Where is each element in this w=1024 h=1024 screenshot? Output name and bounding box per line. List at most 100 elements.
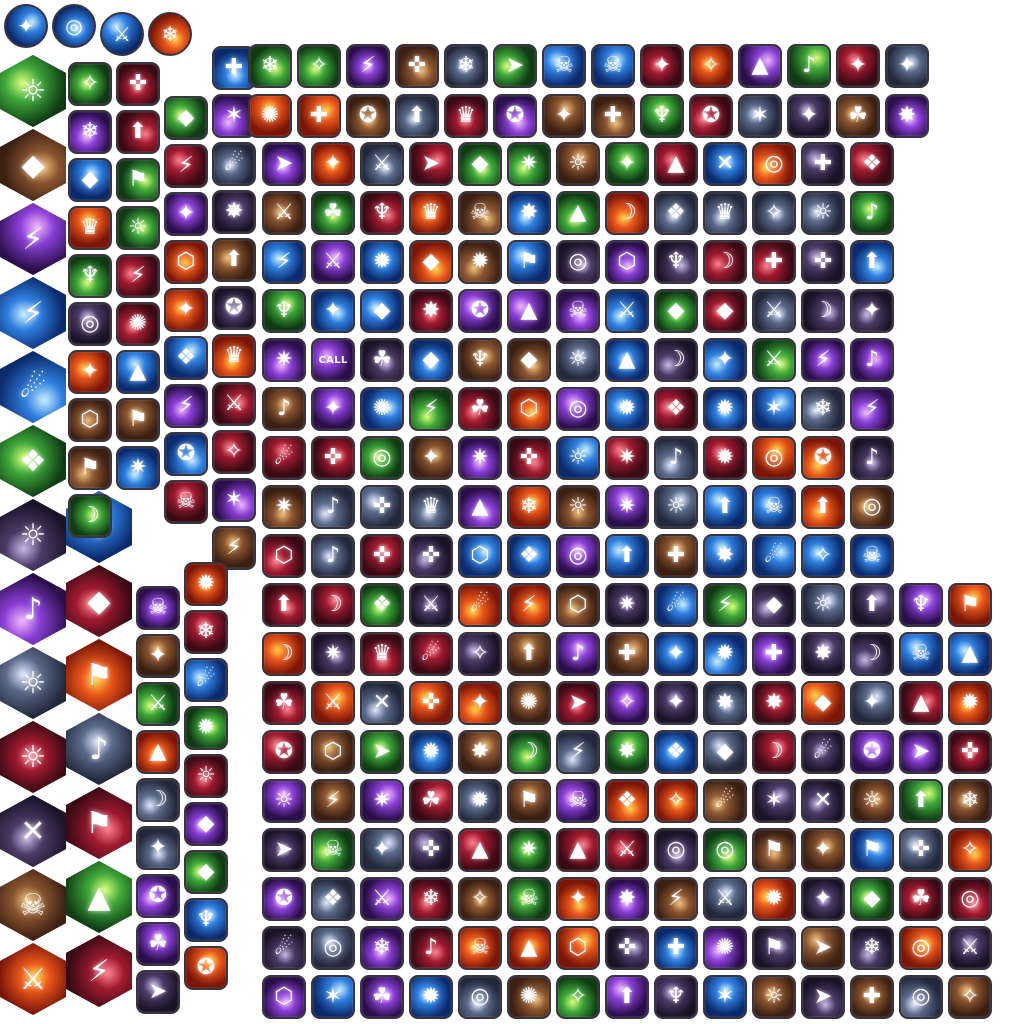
skill-icon: ▲ bbox=[66, 861, 132, 933]
skill-glyph-icon: ⚔ bbox=[323, 249, 343, 274]
skill-glyph-icon: ☠ bbox=[554, 53, 574, 78]
skill-icon: ▲ bbox=[899, 681, 943, 725]
skill-glyph-icon: ✚ bbox=[862, 984, 882, 1009]
skill-glyph-icon: ⬡ bbox=[274, 984, 294, 1009]
skill-icon: ✚ bbox=[605, 632, 649, 676]
skill-icon: ✦ bbox=[164, 288, 208, 332]
skill-glyph-icon: ✷ bbox=[128, 455, 148, 480]
skill-icon: ✹ bbox=[605, 387, 649, 431]
skill-glyph-icon: ✜ bbox=[421, 543, 441, 568]
skill-icon: ☽ bbox=[262, 632, 306, 676]
skill-icon: ◆ bbox=[752, 583, 796, 627]
skill-icon: ✺ bbox=[360, 387, 404, 431]
skill-glyph-icon: ✹ bbox=[421, 984, 441, 1009]
skill-icon: ✦ bbox=[458, 681, 502, 725]
skill-glyph-icon: ⚔ bbox=[19, 961, 47, 997]
skill-glyph-icon: ✧ bbox=[960, 837, 980, 862]
skill-glyph-icon: ♪ bbox=[864, 347, 880, 372]
skill-glyph-icon: ✧ bbox=[470, 641, 490, 666]
skill-glyph-icon: ▲ bbox=[471, 494, 489, 519]
skill-icon: ✦ bbox=[850, 681, 894, 725]
skill-glyph-icon: ☼ bbox=[568, 151, 588, 176]
skill-icon: ⬡ bbox=[507, 387, 551, 431]
skill-icon: ✦ bbox=[409, 436, 453, 480]
skill-glyph-icon: ✦ bbox=[799, 103, 819, 128]
skill-glyph-icon: ♛ bbox=[372, 641, 392, 666]
skill-icon: ❖ bbox=[850, 142, 894, 186]
skill-glyph-icon: ❄ bbox=[813, 396, 833, 421]
skill-glyph-icon: ◎ bbox=[65, 14, 83, 38]
skill-icon: ◎ bbox=[654, 828, 698, 872]
skill-icon: ✸ bbox=[703, 681, 747, 725]
skill-icon: ✷ bbox=[262, 485, 306, 529]
skill-icon: ⚔ bbox=[311, 681, 355, 725]
skill-glyph-icon: ◎ bbox=[470, 984, 490, 1009]
skill-glyph-icon: ☽ bbox=[80, 503, 100, 528]
skill-icon: ➤ bbox=[493, 44, 537, 88]
skill-icon: ✜ bbox=[311, 436, 355, 480]
skill-icon: ◎ bbox=[850, 485, 894, 529]
skill-icon: ♪ bbox=[311, 534, 355, 578]
skill-icon: ⬡ bbox=[556, 583, 600, 627]
skill-glyph-icon: ⚔ bbox=[617, 837, 637, 862]
skill-glyph-icon: ✷ bbox=[372, 788, 392, 813]
skill-glyph-icon: ⬆ bbox=[813, 494, 833, 519]
skill-glyph-icon: ▲ bbox=[520, 298, 538, 323]
skill-icon: ⬆ bbox=[801, 485, 845, 529]
skill-icon: ✧ bbox=[948, 828, 992, 872]
skill-glyph-icon: ☼ bbox=[666, 494, 686, 519]
skill-icon: ☽ bbox=[703, 240, 747, 284]
skill-icon: ✜ bbox=[409, 681, 453, 725]
skill-icon: ☠ bbox=[507, 877, 551, 921]
skill-icon: ✶ bbox=[752, 779, 796, 823]
skill-icon: ✷ bbox=[605, 436, 649, 480]
icon-sheet: ☼ ◆ ⚡ ⚡ ☄ ❖ ☼ ✜ ♪ ◆ ☼ ⚑ ☼ ♪ ✕ ⚑ ☠ ▲ ⚔ ⚡ ✦ ◎ ⚔ ❄ ✧ ❄ ◆ ♛ ♆ ◎ ✦ ⬡ ⚑ ☽ ✜ ⬆ ⚑ ☼ ⚡ ✺… bbox=[0, 0, 1024, 1024]
skill-icon: ➤ bbox=[556, 681, 600, 725]
skill-icon: ✹ bbox=[409, 975, 453, 1019]
skill-glyph-icon: ✶ bbox=[764, 396, 784, 421]
skill-glyph-icon: ✹ bbox=[421, 739, 441, 764]
skill-glyph-icon: ✧ bbox=[568, 984, 588, 1009]
skill-icon: ▲ bbox=[458, 828, 502, 872]
skill-icon: ✧ bbox=[556, 975, 600, 1019]
skill-glyph-icon: ❄ bbox=[161, 22, 179, 46]
skill-glyph-icon: ♛ bbox=[224, 343, 244, 368]
skill-glyph-icon: ❄ bbox=[80, 119, 100, 144]
skill-icon: ▲ bbox=[738, 44, 782, 88]
skill-icon: ➤ bbox=[360, 730, 404, 774]
skill-glyph-icon: ✜ bbox=[372, 494, 392, 519]
skill-icon: ◎ bbox=[899, 975, 943, 1019]
skill-icon: ♆ bbox=[640, 94, 684, 138]
skill-icon: ❄ bbox=[801, 387, 845, 431]
skill-glyph-icon: ⬡ bbox=[568, 935, 588, 960]
skill-icon: ✹ bbox=[703, 632, 747, 676]
skill-glyph-icon: ◎ bbox=[568, 396, 588, 421]
skill-icon: ✕ bbox=[360, 681, 404, 725]
skill-glyph-icon: ⬆ bbox=[407, 103, 427, 128]
skill-glyph-icon: ⚑ bbox=[85, 805, 113, 841]
skill-icon: ✹ bbox=[184, 706, 228, 750]
skill-icon: ◆ bbox=[66, 565, 132, 637]
skill-icon: ⬆ bbox=[605, 975, 649, 1019]
skill-icon: ✹ bbox=[184, 562, 228, 606]
skill-glyph-icon: ☄ bbox=[274, 445, 294, 470]
skill-glyph-icon: ▲ bbox=[520, 935, 538, 960]
skill-icon: ▲ bbox=[556, 828, 600, 872]
skill-glyph-icon: ☠ bbox=[568, 298, 588, 323]
skill-icon: ✹ bbox=[703, 436, 747, 480]
skill-glyph-icon: ▲ bbox=[149, 739, 167, 764]
skill-icon: ✦ bbox=[4, 4, 48, 48]
skill-glyph-icon: ☽ bbox=[862, 641, 882, 666]
skill-icon: ❄ bbox=[148, 12, 192, 56]
skill-glyph-icon: ✶ bbox=[750, 103, 770, 128]
skill-glyph-icon: ✸ bbox=[897, 103, 917, 128]
skill-icon: ✪ bbox=[184, 946, 228, 990]
skill-glyph-icon: ✹ bbox=[960, 690, 980, 715]
skill-icon: ☠ bbox=[136, 586, 180, 630]
skill-glyph-icon: ✷ bbox=[617, 592, 637, 617]
skill-glyph-icon: ✷ bbox=[274, 494, 294, 519]
skill-icon: ✜ bbox=[116, 62, 160, 106]
skill-glyph-icon: ✧ bbox=[666, 788, 686, 813]
skill-icon: ➤ bbox=[801, 975, 845, 1019]
skill-glyph-icon: ◎ bbox=[323, 935, 343, 960]
